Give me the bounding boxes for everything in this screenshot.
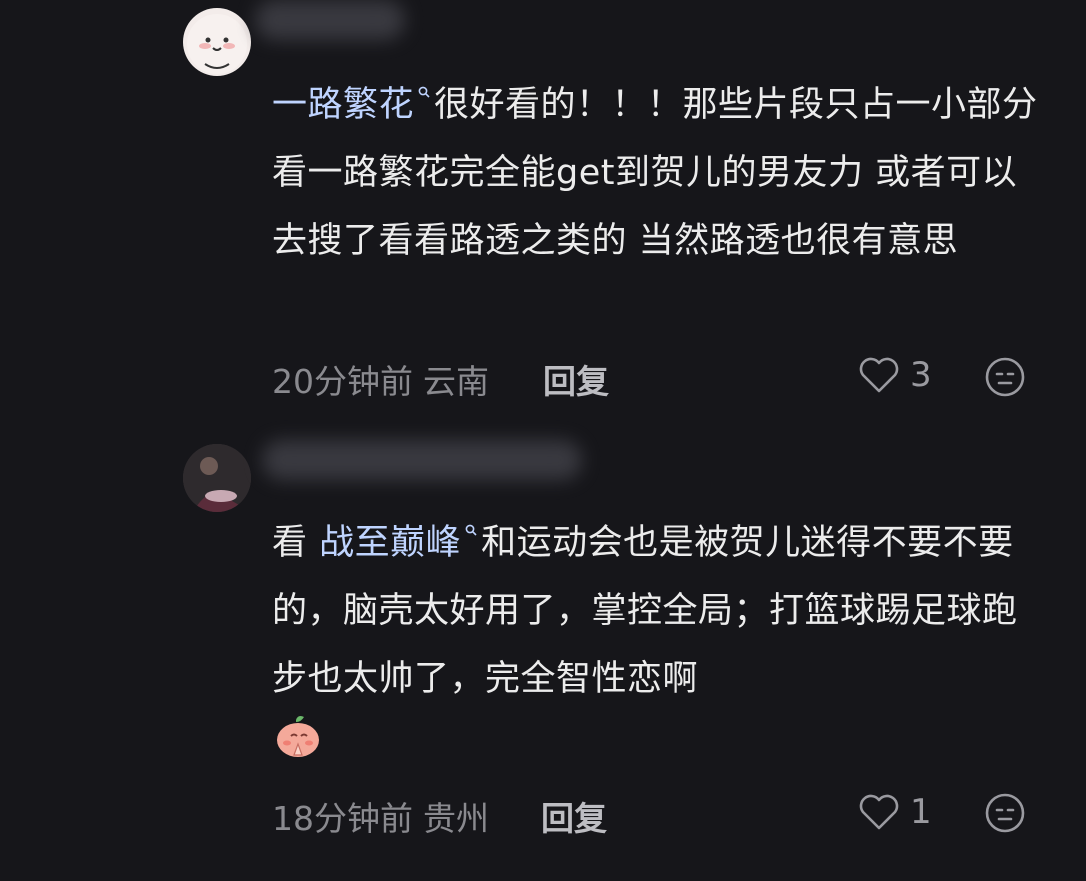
heart-icon bbox=[859, 357, 899, 393]
neutral-face-icon[interactable] bbox=[984, 356, 1026, 398]
comment-location: 贵州 bbox=[423, 799, 489, 838]
cartoon-face-avatar-icon bbox=[187, 14, 247, 74]
avatar[interactable] bbox=[183, 444, 251, 512]
reply-button[interactable]: 回复 bbox=[541, 792, 607, 840]
username-blurred[interactable] bbox=[262, 440, 582, 480]
username-blurred[interactable] bbox=[255, 0, 405, 40]
heart-icon bbox=[859, 794, 899, 830]
neutral-face-icon[interactable] bbox=[984, 792, 1026, 834]
comment-text: 看 战至巅峰 和运动会也是被贺儿迷得不要不要的，脑壳太好用了，掌控全局；打篮球踢足… bbox=[272, 509, 1052, 713]
avatar[interactable] bbox=[183, 8, 251, 76]
comment-list: 一路繁花 很好看的！！！那些片段只占一小部分 看一路繁花完全能get到贺儿的男友力… bbox=[0, 0, 1086, 881]
like-button[interactable]: 1 bbox=[858, 792, 932, 832]
search-icon bbox=[465, 524, 477, 536]
search-icon bbox=[418, 86, 430, 98]
search-link[interactable]: 战至巅峰 bbox=[319, 523, 461, 563]
comment-meta: 18分钟前 贵州 bbox=[272, 792, 489, 840]
photo-avatar-icon bbox=[183, 444, 251, 512]
like-button[interactable]: 3 bbox=[858, 355, 932, 395]
like-count: 1 bbox=[910, 792, 932, 832]
comment-prefix: 看 bbox=[272, 523, 320, 563]
praying-peach-emoji bbox=[277, 716, 319, 757]
reply-button[interactable]: 回复 bbox=[543, 355, 609, 403]
like-count: 3 bbox=[910, 355, 932, 395]
comment-text: 一路繁花 很好看的！！！那些片段只占一小部分 看一路繁花完全能get到贺儿的男友力… bbox=[272, 71, 1052, 275]
comment-time: 20分钟前 bbox=[272, 362, 413, 401]
comment-meta: 20分钟前 云南 bbox=[272, 355, 489, 403]
search-link[interactable]: 一路繁花 bbox=[272, 85, 414, 125]
comment-time: 18分钟前 bbox=[272, 799, 413, 838]
comment-location: 云南 bbox=[423, 362, 489, 401]
